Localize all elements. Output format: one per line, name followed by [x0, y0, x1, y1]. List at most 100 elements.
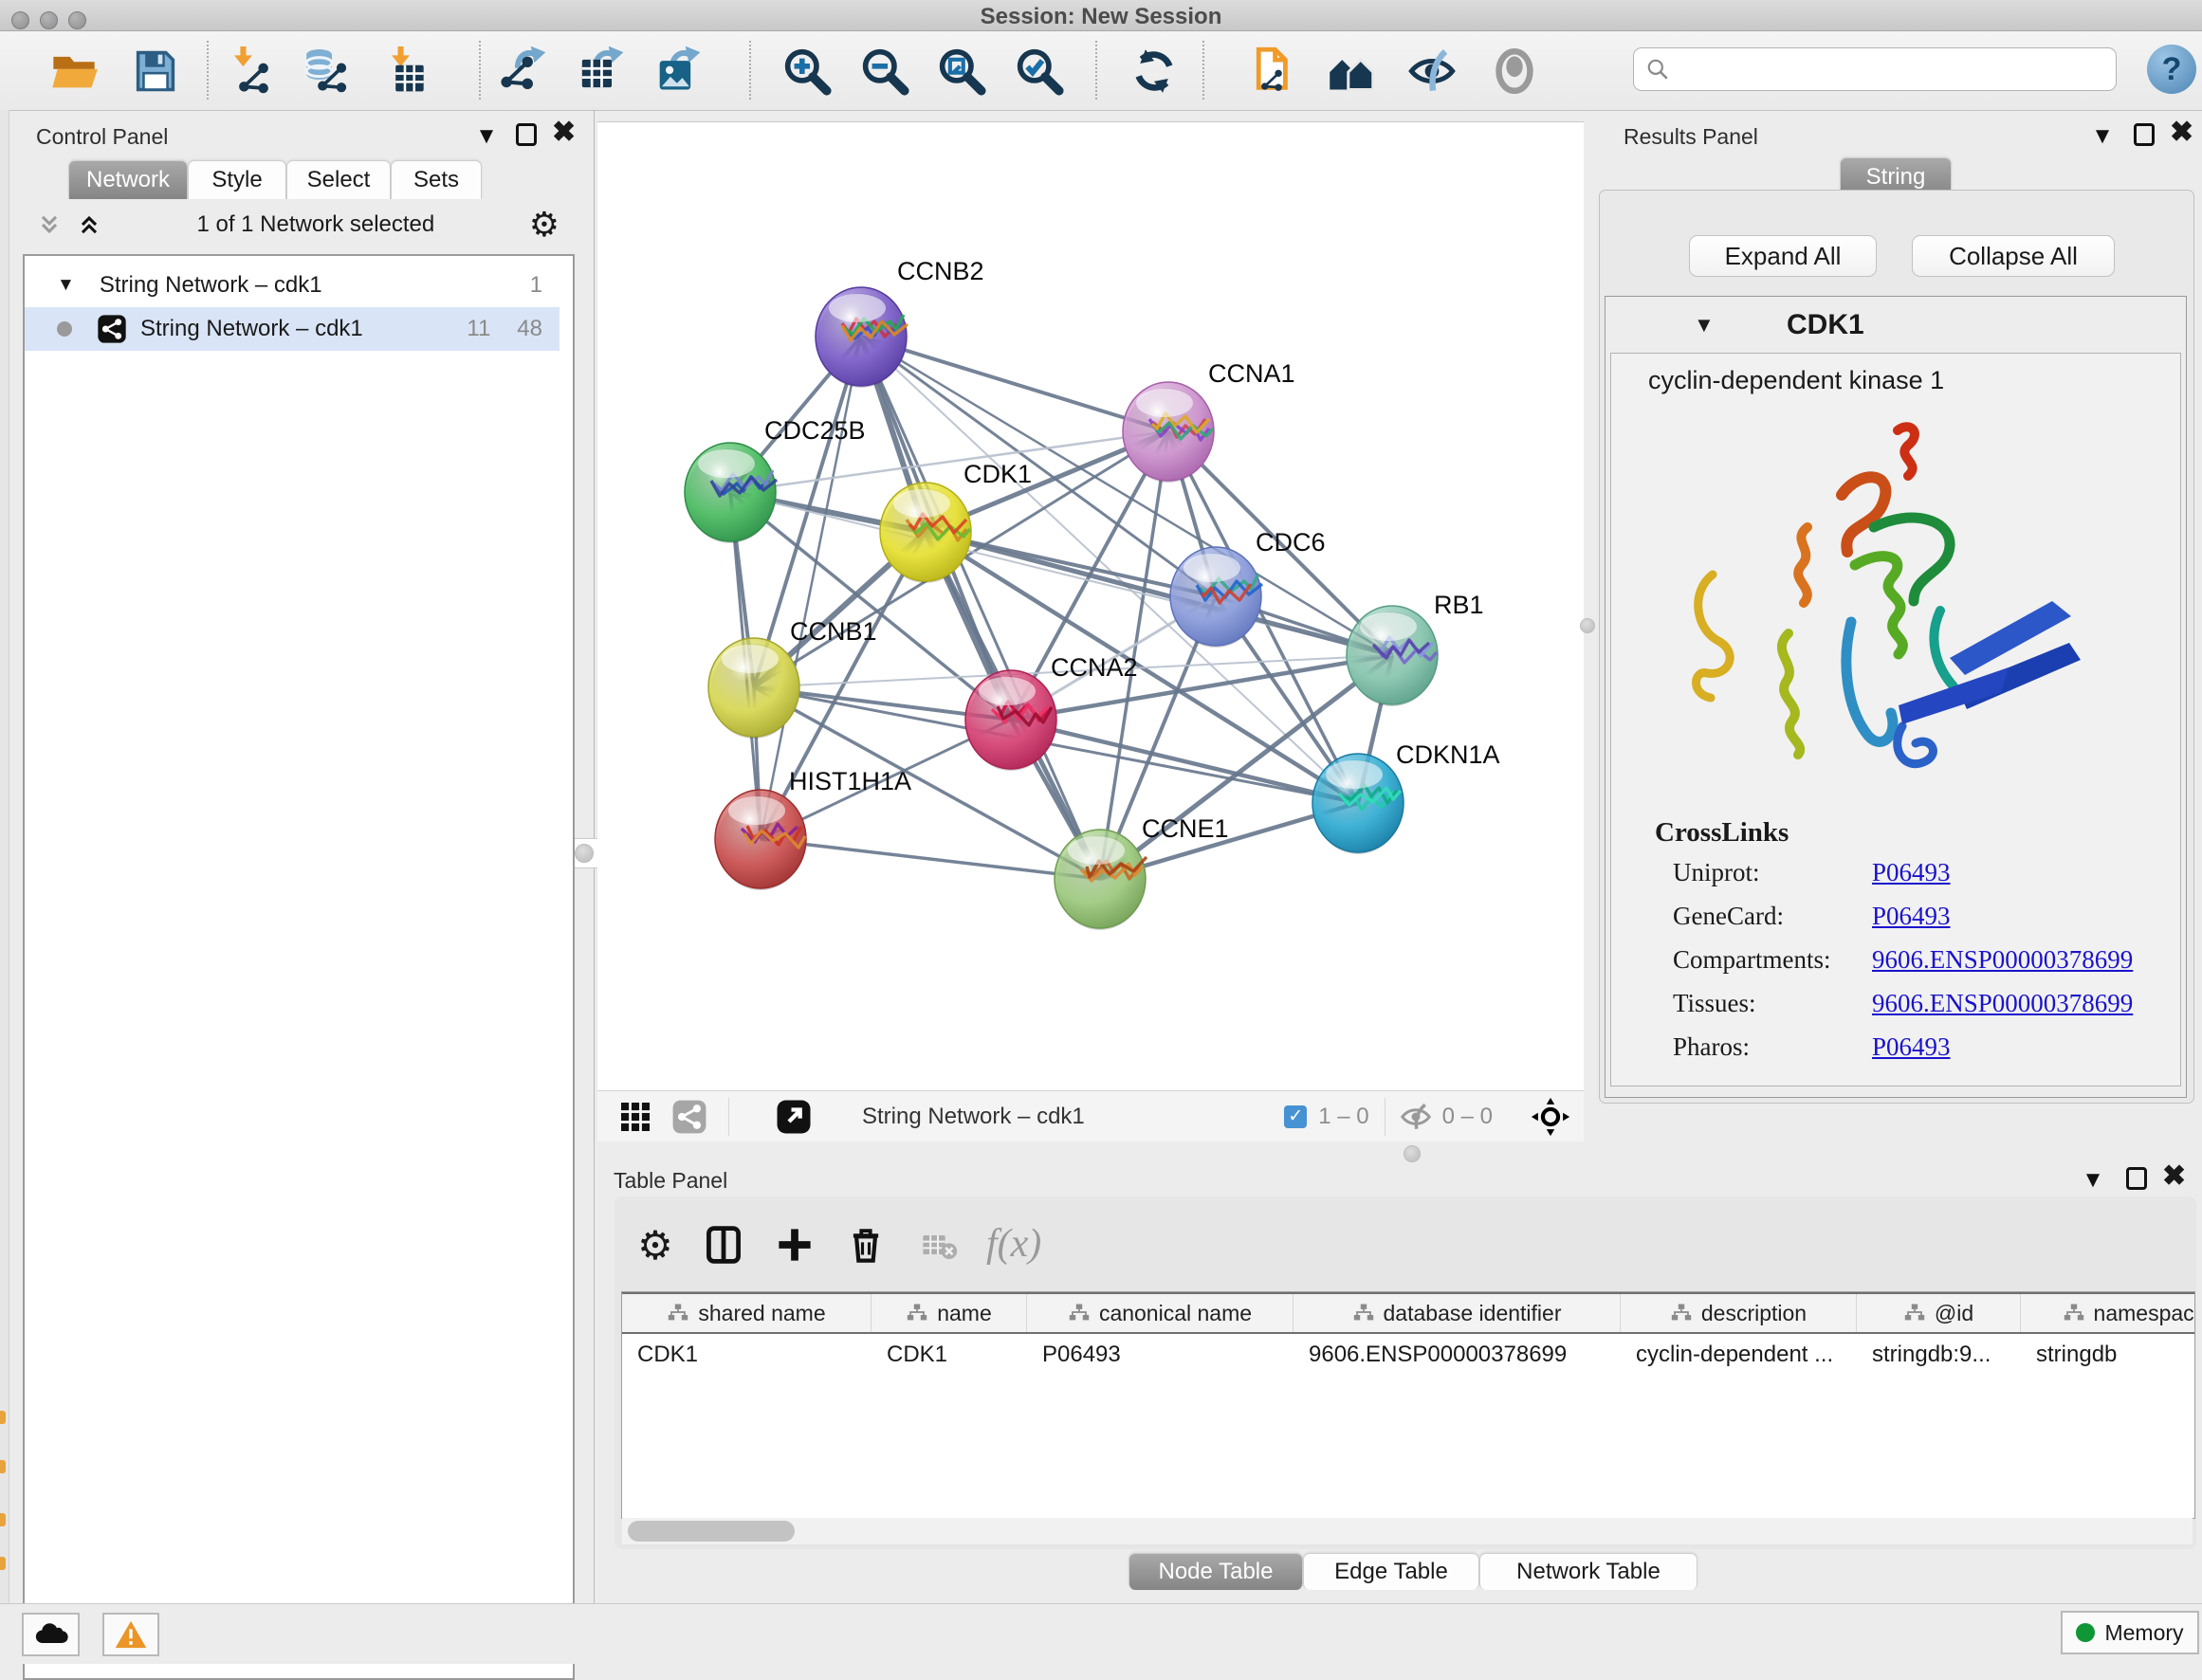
network-canvas[interactable]: CCNB2CCNA1CDC25BCDK1CDC6RB1CCNB1CCNA2CDK… — [597, 121, 1584, 1091]
node-table[interactable]: shared namenamecanonical namedatabase id… — [621, 1291, 2195, 1519]
table-panel-menu-icon[interactable]: ▼ — [2077, 1167, 2109, 1194]
crosslink-link[interactable]: 9606.ENSP00000378699 — [1872, 989, 2133, 1032]
grid-view-icon[interactable] — [618, 1100, 652, 1134]
table-hscrollbar[interactable] — [622, 1518, 2193, 1544]
results-panel-close-icon[interactable]: ✖ — [2170, 121, 2193, 144]
help-button[interactable]: ? — [2147, 45, 2196, 94]
toolbar-show-all-button[interactable] — [1486, 43, 1543, 100]
crosslink-row-pharos: Pharos:P06493 — [1624, 1032, 2155, 1076]
collapse-all-icon[interactable] — [36, 211, 63, 238]
search-input[interactable] — [1670, 55, 2091, 83]
network-node-HIST1H1A[interactable]: HIST1H1A — [715, 767, 911, 890]
network-node-CCNA1[interactable]: CCNA1 — [1123, 359, 1295, 483]
tab-select[interactable]: Select — [286, 160, 391, 199]
network-status-dot — [57, 321, 72, 337]
toolbar-zoom-out-button[interactable] — [856, 43, 913, 100]
expand-all-icon[interactable] — [76, 211, 102, 238]
column-header-database-identifier[interactable]: database identifier — [1294, 1294, 1621, 1332]
delete-column-trash-icon[interactable] — [839, 1218, 892, 1271]
results-panel-float-icon[interactable] — [2134, 123, 2155, 146]
tree-collapse-icon[interactable]: ▼ — [57, 275, 75, 296]
new-network-from-selection-icon — [1243, 46, 1293, 96]
crosslink-label: GeneCard: — [1673, 902, 1823, 945]
warning-button[interactable] — [102, 1613, 159, 1656]
toolbar-open-session-button[interactable] — [46, 43, 102, 100]
toolbar-zoom-in-button[interactable] — [779, 43, 835, 100]
toolbar-first-neighbors-button[interactable] — [1323, 43, 1380, 100]
crosslink-link[interactable]: P06493 — [1872, 902, 1951, 945]
cloud-button[interactable] — [22, 1613, 80, 1656]
column-header-shared-name[interactable]: shared name — [622, 1294, 872, 1332]
toolbar-export-image-button[interactable] — [648, 43, 705, 100]
network-view-icon[interactable] — [671, 1099, 707, 1135]
table-panel-float-icon[interactable] — [2126, 1167, 2147, 1190]
node-label-CDC25B: CDC25B — [764, 416, 866, 445]
birds-eye-view-icon[interactable] — [1531, 1097, 1570, 1137]
crosslink-link[interactable]: 9606.ENSP00000378699 — [1872, 945, 2133, 989]
search-box[interactable] — [1633, 47, 2117, 91]
results-panel-menu-icon[interactable]: ▼ — [2086, 123, 2119, 150]
dock-strip — [0, 110, 9, 1603]
network-graph[interactable]: CCNB2CCNA1CDC25BCDK1CDC6RB1CCNB1CCNA2CDK… — [597, 122, 1584, 1091]
crosslink-row-genecard: GeneCard: P06493 — [1624, 902, 2155, 945]
collapse-all-button[interactable]: Collapse All — [1912, 235, 2115, 277]
table-settings-gear-icon[interactable]: ⚙ — [629, 1218, 682, 1271]
tab-edge-table[interactable]: Edge Table — [1303, 1553, 1479, 1590]
help-glyph: ? — [2162, 51, 2182, 88]
toolbar-new-network-from-selection-button[interactable] — [1239, 43, 1296, 100]
toolbar-export-network-button[interactable] — [493, 43, 550, 100]
zoom-selected-icon — [1015, 46, 1064, 96]
dock-tick — [0, 1460, 6, 1473]
memory-button[interactable]: Memory — [2061, 1611, 2199, 1654]
control-panel-float-icon[interactable] — [516, 123, 537, 146]
network-options-gear-icon[interactable]: ⚙ — [529, 208, 560, 242]
toolbar-refresh-network-button[interactable] — [1126, 43, 1183, 100]
column-header-name[interactable]: name — [872, 1294, 1027, 1332]
network-node-RB1[interactable]: RB1 — [1347, 591, 1484, 706]
add-column-icon[interactable] — [768, 1218, 821, 1271]
column-header-id[interactable]: @id — [1857, 1294, 2021, 1332]
toolbar-zoom-fit-button[interactable] — [933, 43, 990, 100]
toolbar-save-session-button[interactable] — [127, 43, 184, 100]
toolbar-export-table-button[interactable] — [571, 43, 628, 100]
toolbar-zoom-selected-button[interactable] — [1011, 43, 1068, 100]
crosslink-link[interactable]: P06493 — [1872, 858, 1951, 902]
table-row[interactable]: CDK1CDK1P064939606.ENSP00000378699cyclin… — [622, 1334, 2194, 1376]
horizontal-splitter[interactable] — [597, 1141, 2202, 1165]
column-header-canonical-name[interactable]: canonical name — [1027, 1294, 1294, 1332]
section-collapse-icon[interactable]: ▼ — [1694, 313, 1715, 338]
toolbar-import-network-database-button[interactable] — [296, 43, 353, 100]
node-label-RB1: RB1 — [1434, 591, 1484, 619]
selected-checkbox-icon[interactable]: ✓ — [1284, 1105, 1307, 1128]
tab-sets[interactable]: Sets — [391, 160, 482, 199]
control-panel-menu-icon[interactable]: ▼ — [470, 123, 503, 150]
column-header-description[interactable]: description — [1621, 1294, 1857, 1332]
show-columns-icon[interactable] — [697, 1218, 750, 1271]
function-builder-icon[interactable]: f(x) — [986, 1221, 1041, 1267]
expand-all-button[interactable]: Expand All — [1689, 235, 1877, 277]
toolbar-hide-selected-button[interactable] — [1404, 43, 1460, 100]
network-row-selected[interactable]: String Network – cdk1 11 48 — [25, 307, 560, 351]
tab-network[interactable]: Network — [68, 160, 188, 199]
open-in-window-icon[interactable] — [775, 1098, 813, 1136]
tab-network-table[interactable]: Network Table — [1479, 1553, 1697, 1590]
tab-node-table[interactable]: Node Table — [1129, 1553, 1303, 1590]
table-cell: CDK1 — [872, 1342, 1027, 1368]
network-node-CDKN1A[interactable]: CDKN1A — [1312, 740, 1500, 854]
table-hscrollbar-thumb[interactable] — [628, 1521, 795, 1542]
network-node-CDK1[interactable]: CDK1 — [880, 460, 1032, 583]
toolbar-import-table-file-button[interactable] — [375, 43, 431, 100]
selected-count: 1 – 0 — [1318, 1104, 1368, 1130]
toolbar-import-network-file-button[interactable] — [218, 43, 275, 100]
control-panel-close-icon[interactable]: ✖ — [552, 121, 576, 144]
delete-table-icon[interactable] — [912, 1218, 965, 1271]
first-neighbors-icon — [1327, 46, 1376, 96]
network-node-CDC25B[interactable]: CDC25B — [685, 416, 866, 543]
column-header-namespace[interactable]: namespace — [2021, 1294, 2195, 1332]
column-hierarchy-icon — [1670, 1302, 1693, 1324]
network-collection-row[interactable]: ▼ String Network – cdk1 1 — [25, 264, 560, 307]
table-panel-close-icon[interactable]: ✖ — [2162, 1165, 2186, 1188]
network-node-CCNB1[interactable]: CCNB1 — [708, 617, 877, 739]
tab-style[interactable]: Style — [188, 160, 286, 199]
crosslink-link[interactable]: P06493 — [1872, 1032, 1951, 1076]
